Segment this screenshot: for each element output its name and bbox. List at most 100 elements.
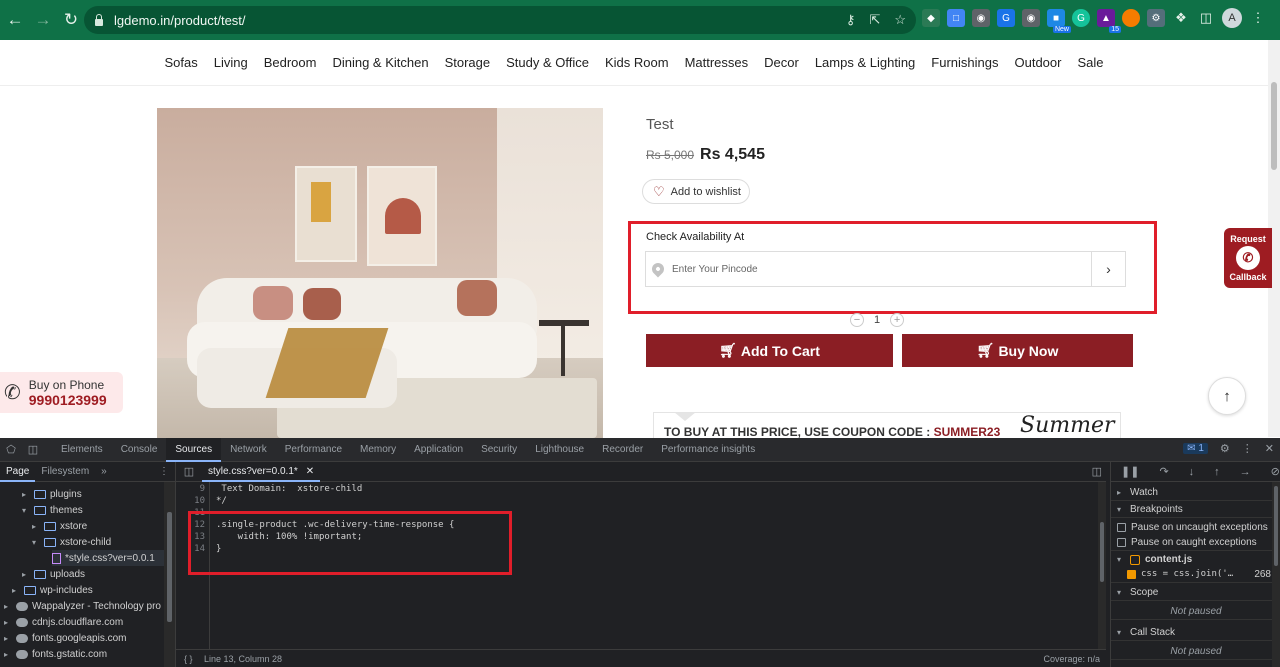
buy-on-phone-widget[interactable]: ✆ Buy on Phone 9990123999 [0,372,123,413]
sidebar-scrollbar[interactable] [1272,482,1280,667]
tab-network[interactable]: Network [221,438,276,462]
nav-sale[interactable]: Sale [1077,55,1103,70]
add-to-cart-button[interactable]: 🛒︎ Add To Cart [646,334,893,367]
editor-tab-style-css[interactable]: style.css?ver=0.0.1* ✕ [202,461,321,482]
tab-recorder[interactable]: Recorder [593,438,652,462]
extension-shield-icon[interactable]: ◆ [922,9,940,27]
pincode-input[interactable] [672,263,1072,275]
nav-bedroom[interactable]: Bedroom [264,55,317,70]
extension-new-icon[interactable]: ■ New [1047,9,1071,33]
pause-caught-checkbox[interactable] [1117,537,1126,547]
tab-console[interactable]: Console [112,438,167,462]
extension-gear-icon[interactable]: ⚙ [1147,9,1165,27]
nav-decor[interactable]: Decor [764,55,799,70]
tab-security[interactable]: Security [472,438,526,462]
inspect-element-icon[interactable]: ⬠ [0,443,22,456]
code-line[interactable]: */ [216,496,227,506]
nav-outdoor[interactable]: Outdoor [1014,55,1061,70]
extension-camera-icon[interactable]: ◉ [1022,9,1040,27]
tab-page[interactable]: Page [0,462,36,482]
device-toolbar-icon[interactable]: ◫ [22,443,44,456]
tab-performance[interactable]: Performance [276,438,351,462]
settings-gear-icon[interactable]: ⚙ [1220,442,1230,455]
extensions-puzzle-icon[interactable]: ❖ [1172,9,1190,27]
step-into-icon[interactable]: ↓ [1189,466,1195,478]
tab-elements[interactable]: Elements [52,438,112,462]
share-icon[interactable]: ⇱ [869,12,880,28]
extension-globe-icon[interactable]: ◉ [972,9,990,27]
breakpoint-checkbox[interactable] [1127,569,1136,579]
back-icon[interactable]: ← [2,7,28,33]
watch-section-header[interactable]: ▸ Watch [1111,484,1280,501]
reload-icon[interactable]: ↻ [58,7,84,33]
more-options-icon[interactable]: ⋮ [1242,442,1253,455]
page-scrollbar-thumb[interactable] [1271,82,1277,170]
toggle-navigator-icon[interactable]: ◫ [176,465,202,478]
tree-item[interactable]: ▸ fonts.googleapis.com [4,630,127,646]
extension-count-icon[interactable]: ▲ 15 [1097,9,1121,33]
code-line[interactable]: Text Domain: xstore-child [216,484,362,494]
close-tab-icon[interactable]: ✕ [306,462,314,480]
tree-item[interactable]: ▸ Wappalyzer - Technology pro [4,598,161,614]
line-number[interactable]: 10 [194,496,205,506]
pause-caught-option[interactable]: Pause on caught exceptions [1111,534,1280,551]
quantity-decrease-button[interactable]: − [850,313,864,327]
step-over-icon[interactable]: ↷ [1159,465,1168,478]
navigator-menu-icon[interactable]: ⋮ [153,462,175,482]
buy-now-button[interactable]: 🛒︎ Buy Now [902,334,1133,367]
tree-item[interactable]: ▸ xstore [32,518,87,534]
pretty-print-icon[interactable]: { } [184,654,204,664]
scroll-to-top-button[interactable]: ↑ [1208,377,1246,415]
buy-on-phone-number[interactable]: 9990123999 [29,392,107,408]
step-out-icon[interactable]: ↑ [1214,466,1220,478]
nav-mattresses[interactable]: Mattresses [685,55,749,70]
address-bar[interactable]: lgdemo.in/product/test/ ⚷ ⇱ ☆ [84,6,916,34]
close-devtools-icon[interactable]: ✕ [1265,442,1274,455]
tab-sources[interactable]: Sources [166,437,222,462]
nav-furnishings[interactable]: Furnishings [931,55,998,70]
extension-translate-icon[interactable]: G [997,9,1015,27]
product-image[interactable] [157,108,603,438]
tab-lighthouse[interactable]: Lighthouse [526,438,593,462]
quantity-increase-button[interactable]: + [890,313,905,327]
grammarly-icon[interactable]: G [1072,9,1090,27]
nav-study-office[interactable]: Study & Office [506,55,589,70]
sidebar-scrollbar-thumb[interactable] [1274,486,1278,566]
nav-living[interactable]: Living [214,55,248,70]
step-icon[interactable]: → [1240,466,1251,478]
navigator-scrollbar[interactable] [164,482,175,667]
tree-item[interactable]: ▾ themes [22,502,83,518]
extension-orange-icon[interactable] [1122,9,1140,27]
tree-item[interactable]: ▸ uploads [22,566,85,582]
tab-memory[interactable]: Memory [351,438,405,462]
nav-dining-kitchen[interactable]: Dining & Kitchen [332,55,428,70]
tree-item[interactable]: ▸ cdnjs.cloudflare.com [4,614,123,630]
breakpoint-entry[interactable]: css = css.join('… 268 [1111,566,1280,583]
bookmark-star-icon[interactable]: ☆ [894,12,906,28]
editor-scrollbar-thumb[interactable] [1100,522,1104,582]
deactivate-breakpoints-icon[interactable]: ⊘ [1271,465,1280,478]
toggle-debugger-icon[interactable]: ◫ [1092,465,1102,478]
profile-avatar[interactable]: A [1222,8,1242,28]
browser-menu-icon[interactable]: ⋮ [1249,9,1267,27]
more-tabs-icon[interactable]: » [95,462,113,482]
scope-section-header[interactable]: ▾ Scope [1111,584,1280,601]
line-number[interactable]: 9 [200,484,205,494]
request-callback-button[interactable]: Request ✆ Callback [1224,228,1272,288]
tree-item-selected-file[interactable]: *style.css?ver=0.0.1 [52,550,164,566]
tab-performance-insights[interactable]: Performance insights [652,438,764,462]
breakpoints-section-header[interactable]: ▾ Breakpoints [1111,501,1280,518]
side-panel-icon[interactable]: ◫ [1197,9,1215,27]
nav-kids-room[interactable]: Kids Room [605,55,669,70]
tab-filesystem[interactable]: Filesystem [35,462,95,482]
editor-scrollbar[interactable] [1098,482,1106,649]
tree-item[interactable]: ▾ xstore-child [32,534,111,550]
quantity-value[interactable]: 1 [874,314,880,326]
tab-application[interactable]: Application [405,438,472,462]
tree-item[interactable]: ▸ plugins [22,486,82,502]
nav-lamps-lighting[interactable]: Lamps & Lighting [815,55,915,70]
navigator-scrollbar-thumb[interactable] [167,512,172,622]
tree-item[interactable]: ▸ fonts.gstatic.com [4,646,107,662]
key-icon[interactable]: ⚷ [846,12,856,28]
call-stack-section-header[interactable]: ▾ Call Stack [1111,624,1280,641]
